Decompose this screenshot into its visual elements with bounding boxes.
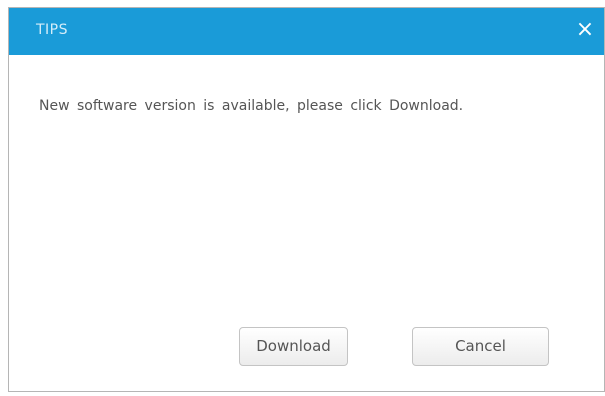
cancel-button[interactable]: Cancel [412, 327, 549, 366]
close-icon[interactable]: × [574, 18, 596, 42]
dialog-title-bar: TIPS × [9, 8, 604, 55]
dialog-message: New software version is available, pleas… [39, 98, 464, 114]
dialog-title: TIPS [36, 22, 69, 38]
download-button[interactable]: Download [239, 327, 348, 366]
tips-dialog: TIPS × New software version is available… [8, 7, 605, 392]
